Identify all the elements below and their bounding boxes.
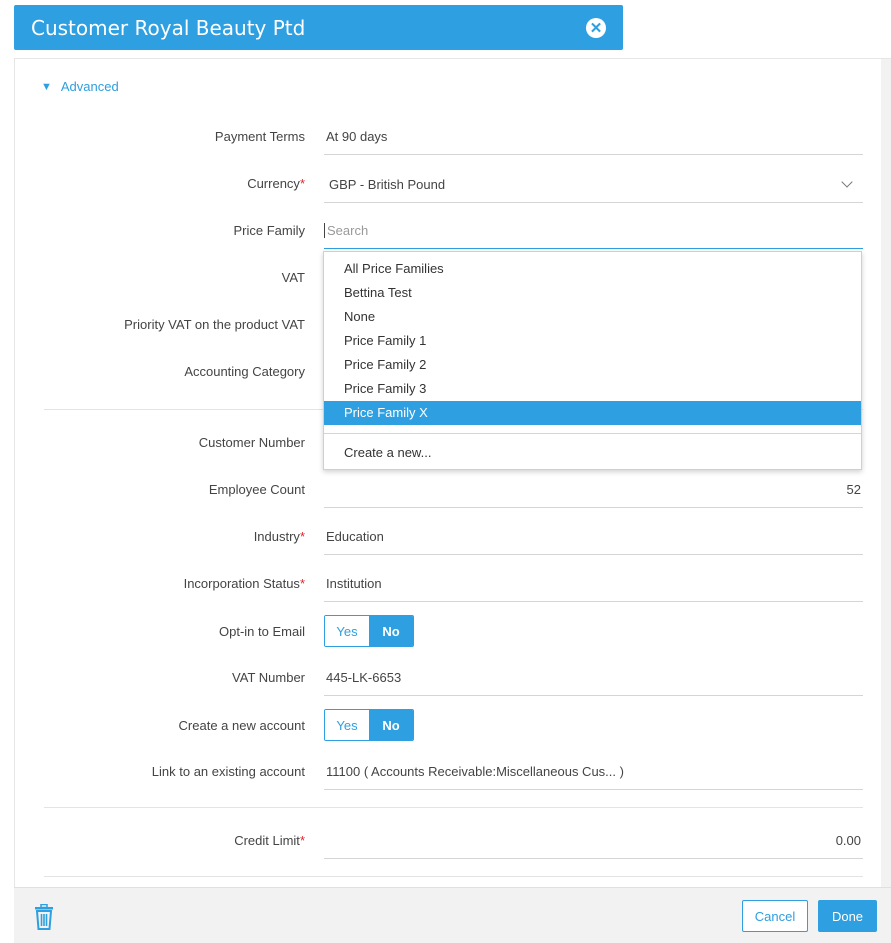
advanced-label: Advanced <box>60 79 119 94</box>
vat-number-field[interactable]: 445-LK-6653 <box>324 660 863 696</box>
credit-limit-field[interactable]: 0.00 <box>324 823 863 859</box>
credit-limit-row: Credit Limit* 0.00 <box>15 823 891 859</box>
create-account-yes[interactable]: Yes <box>325 710 369 740</box>
industry-label: Industry* <box>253 529 305 544</box>
vat-number-label: VAT Number <box>232 670 305 685</box>
link-account-field[interactable]: 11100 ( Accounts Receivable:Miscellaneou… <box>324 754 863 790</box>
optin-email-no[interactable]: No <box>369 616 413 646</box>
close-circle-icon[interactable]: ✕ <box>586 18 606 38</box>
dropdown-option-selected[interactable]: Price Family X <box>324 401 861 425</box>
create-account-no[interactable]: No <box>369 710 413 740</box>
price-family-dropdown: All Price Families Bettina Test None Pri… <box>323 251 862 470</box>
create-account-label: Create a new account <box>178 718 305 733</box>
incorporation-status-label: Incorporation Status* <box>183 576 305 591</box>
priority-vat-label: Priority VAT on the product VAT <box>124 317 305 332</box>
accounting-category-label: Accounting Category <box>184 364 305 379</box>
price-family-search-input[interactable] <box>324 223 863 238</box>
customer-number-label: Customer Number <box>198 435 305 450</box>
dropdown-option[interactable]: Price Family 3 <box>324 377 861 401</box>
payment-terms-field[interactable]: At 90 days <box>324 119 863 155</box>
dropdown-option[interactable]: All Price Families <box>324 257 861 281</box>
currency-row: Currency* GBP - British Pound <box>15 166 891 203</box>
dropdown-option[interactable]: Bettina Test <box>324 281 861 305</box>
currency-select[interactable]: GBP - British Pound <box>324 166 863 203</box>
create-account-row: Create a new account Yes No <box>15 709 891 745</box>
optin-email-yes[interactable]: Yes <box>325 616 369 646</box>
dropdown-option[interactable]: None <box>324 305 861 329</box>
caret-down-icon: ▼ <box>41 80 52 93</box>
done-button[interactable]: Done <box>818 900 877 932</box>
cancel-button[interactable]: Cancel <box>742 900 808 932</box>
dropdown-separator <box>324 433 861 434</box>
create-account-toggle[interactable]: Yes No <box>324 709 414 741</box>
industry-row: Industry* Education <box>15 519 891 555</box>
payment-terms-label: Payment Terms <box>214 129 305 144</box>
optin-email-label: Opt-in to Email <box>219 624 305 639</box>
credit-limit-label: Credit Limit* <box>234 833 305 848</box>
chevron-down-icon <box>841 176 853 188</box>
incorporation-status-row: Incorporation Status* Institution <box>15 566 891 602</box>
dialog-title-bar: Customer Royal Beauty Ptd ✕ <box>14 5 623 50</box>
vat-label: VAT <box>281 270 305 285</box>
vat-number-row: VAT Number 445-LK-6653 <box>15 660 891 696</box>
dropdown-option[interactable]: Price Family 2 <box>324 353 861 377</box>
form-panel: ▼ Advanced Payment Terms At 90 days Curr… <box>14 58 891 943</box>
dropdown-option[interactable]: Price Family 1 <box>324 329 861 353</box>
create-new-option[interactable]: Create a new... <box>324 441 861 465</box>
incorporation-status-field[interactable]: Institution <box>324 566 863 602</box>
link-account-row: Link to an existing account 11100 ( Acco… <box>15 754 891 790</box>
industry-field[interactable]: Education <box>324 519 863 555</box>
price-family-label: Price Family <box>233 223 305 238</box>
optin-email-toggle[interactable]: Yes No <box>324 615 414 647</box>
currency-label: Currency* <box>247 176 305 191</box>
employee-count-label: Employee Count <box>208 482 305 497</box>
employee-count-row: Employee Count 52 <box>15 472 891 508</box>
optin-email-row: Opt-in to Email Yes No <box>15 615 891 651</box>
dialog-title: Customer Royal Beauty Ptd <box>31 15 306 40</box>
employee-count-field[interactable]: 52 <box>324 472 863 508</box>
price-family-row: Price Family <box>15 213 891 249</box>
link-account-label: Link to an existing account <box>151 764 305 779</box>
advanced-toggle[interactable]: ▼ Advanced <box>41 79 119 94</box>
price-family-search[interactable] <box>324 213 863 249</box>
dialog-footer: Cancel Done <box>14 887 891 943</box>
payment-terms-row: Payment Terms At 90 days <box>15 119 891 155</box>
section-divider-2 <box>44 807 863 808</box>
section-divider-3 <box>44 876 863 877</box>
trash-icon[interactable] <box>34 904 54 930</box>
